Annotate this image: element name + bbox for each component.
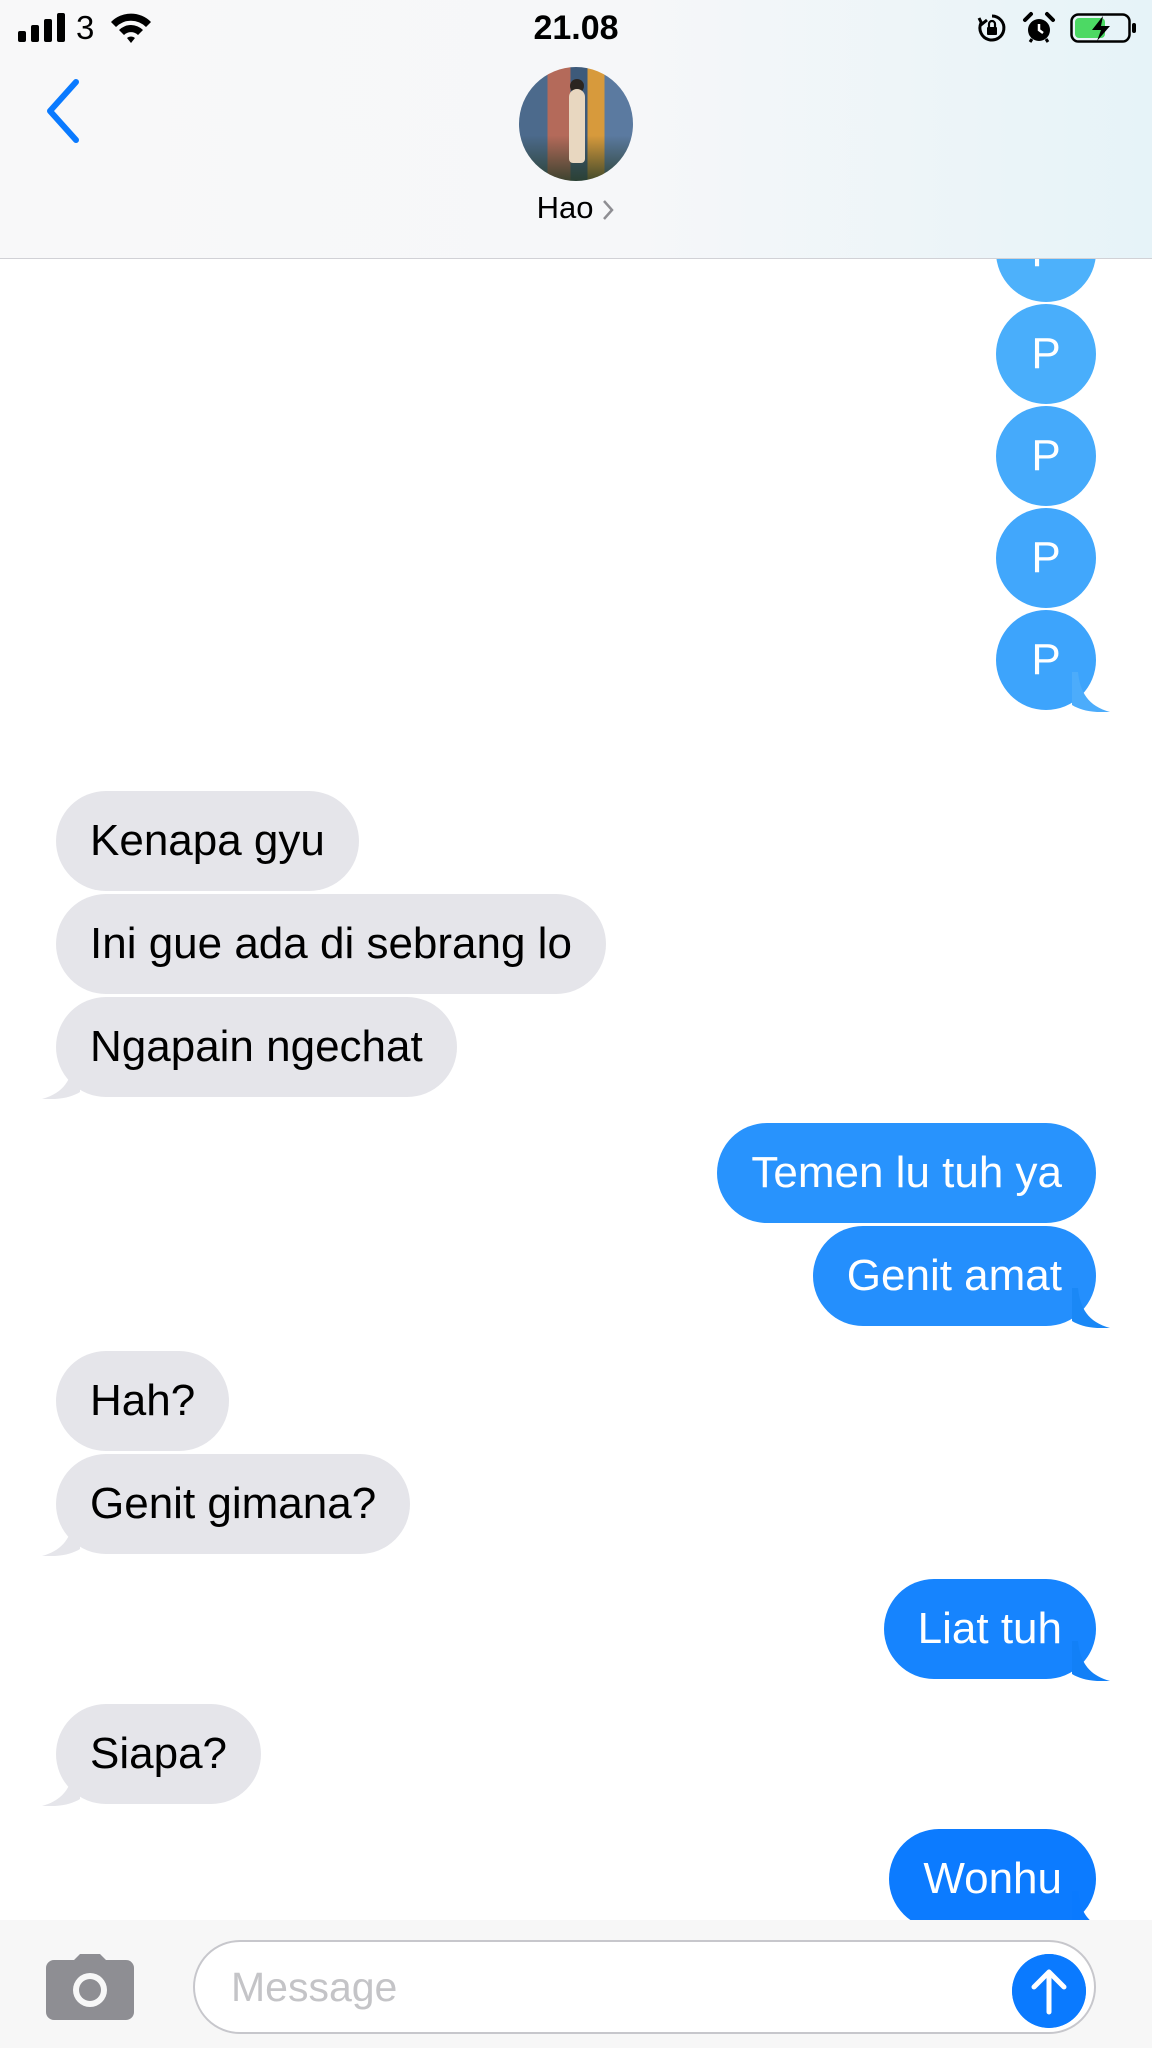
camera-button[interactable] [46, 1954, 134, 2020]
status-indicators [976, 10, 1138, 46]
compose-bar [0, 1920, 1152, 2048]
message-field[interactable] [193, 1940, 1096, 2034]
message-bubble-received[interactable]: Ini gue ada di sebrang lo [56, 894, 606, 994]
message-bubble-sent[interactable]: Genit amat [812, 1226, 1096, 1326]
message-bubble-sent[interactable]: Wonhu [889, 1829, 1096, 1920]
chevron-right-icon [603, 199, 615, 220]
bubble-tail-received [42, 1766, 80, 1806]
back-button[interactable] [40, 76, 86, 146]
message-bubble-sent[interactable]: P [996, 304, 1096, 404]
battery-charging-icon [1070, 13, 1136, 43]
message-bubble-sent[interactable]: P [996, 508, 1096, 608]
message-bubble-received[interactable]: Kenapa gyu [56, 791, 359, 891]
message-bubble-sent[interactable]: Liat tuh [883, 1579, 1096, 1679]
message-bubble-sent[interactable]: Temen lu tuh ya [717, 1123, 1096, 1223]
contact-name: Hao [536, 190, 594, 225]
bubble-tail-sent [1072, 1641, 1110, 1681]
orientation-lock-icon [977, 14, 1006, 42]
message-bubble-received[interactable]: Genit gimana? [56, 1454, 411, 1554]
contact-name-button[interactable]: Hao [0, 190, 1152, 226]
alarm-icon [1023, 12, 1055, 43]
message-bubble-sent[interactable]: P [996, 259, 1096, 302]
message-bubble-received[interactable]: Ngapain ngechat [56, 997, 457, 1097]
bubble-tail-sent [1072, 1288, 1110, 1328]
contact-avatar[interactable] [519, 67, 633, 181]
message-bubble-received[interactable]: Siapa? [56, 1704, 262, 1804]
bubble-tail-received [42, 1059, 80, 1099]
bubble-tail-received [42, 1516, 80, 1556]
status-bar: 3 21.08 [0, 0, 1152, 58]
message-bubble-received[interactable]: Hah? [56, 1351, 230, 1451]
message-bubble-sent[interactable]: P [996, 406, 1096, 506]
send-button[interactable] [1012, 1954, 1086, 2028]
bubble-tail-sent [1072, 672, 1110, 712]
message-list[interactable]: P P P P P Kenapa gyu Ini gue ada di sebr… [0, 259, 1152, 1920]
conversation-header: 3 21.08 Hao [0, 0, 1152, 259]
bubble-tail-sent [1072, 1891, 1090, 1920]
message-input[interactable] [231, 1942, 971, 2032]
